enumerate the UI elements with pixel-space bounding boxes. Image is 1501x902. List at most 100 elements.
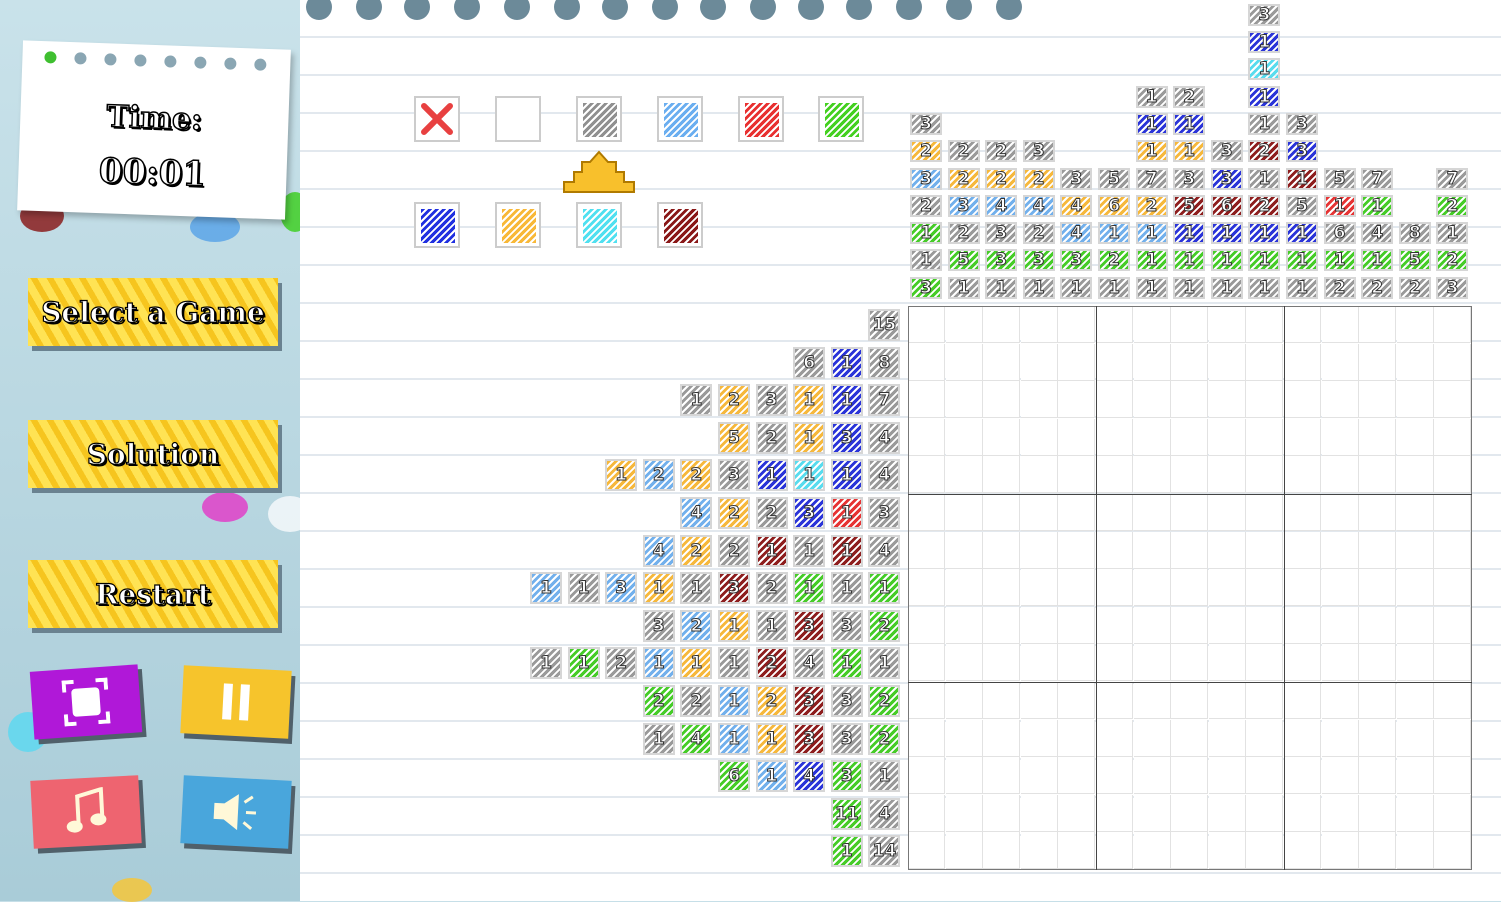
grid-cell[interactable]: [1096, 606, 1133, 644]
grid-cell[interactable]: [1284, 494, 1321, 531]
grid-cell[interactable]: [1359, 418, 1397, 456]
grid-cell[interactable]: [1396, 719, 1434, 757]
grid-cell[interactable]: [1171, 343, 1209, 381]
grid-cell[interactable]: [1284, 456, 1321, 494]
grid-cell[interactable]: [945, 418, 983, 456]
grid-cell[interactable]: [1321, 343, 1359, 381]
grid-cell[interactable]: [1133, 832, 1171, 870]
grid-cell[interactable]: [1020, 832, 1058, 870]
grid-cell[interactable]: [945, 719, 983, 757]
grid-cell[interactable]: [1359, 531, 1397, 569]
grid-cell[interactable]: [1396, 606, 1434, 644]
grid-cell[interactable]: [1058, 456, 1096, 494]
grid-cell[interactable]: [1096, 757, 1133, 795]
grid-cell[interactable]: [1246, 569, 1284, 607]
grid-cell[interactable]: [945, 682, 983, 719]
grid-cell[interactable]: [1321, 644, 1359, 682]
grid-cell[interactable]: [1133, 306, 1171, 343]
grid-cell[interactable]: [1321, 418, 1359, 456]
grid-cell[interactable]: [983, 757, 1021, 795]
grid-cell[interactable]: [945, 644, 983, 682]
grid-cell[interactable]: [1246, 644, 1284, 682]
grid-cell[interactable]: [1246, 306, 1284, 343]
grid-cell[interactable]: [1171, 719, 1209, 757]
grid-cell[interactable]: [1396, 682, 1434, 719]
grid-cell[interactable]: [945, 757, 983, 795]
grid-cell[interactable]: [1058, 494, 1096, 531]
grid-cell[interactable]: [1284, 306, 1321, 343]
grid-cell[interactable]: [1246, 343, 1284, 381]
grid-cell[interactable]: [1020, 569, 1058, 607]
grid-cell[interactable]: [1133, 418, 1171, 456]
grid-cell[interactable]: [1208, 606, 1246, 644]
grid-cell[interactable]: [945, 794, 983, 832]
grid-cell[interactable]: [1171, 682, 1209, 719]
grid-cell[interactable]: [1208, 531, 1246, 569]
grid-cell[interactable]: [1396, 306, 1434, 343]
grid-cell[interactable]: [1284, 757, 1321, 795]
grid-cell[interactable]: [1208, 682, 1246, 719]
grid-cell[interactable]: [1321, 794, 1359, 832]
grid-cell[interactable]: [1096, 719, 1133, 757]
grid-cell[interactable]: [1020, 531, 1058, 569]
grid-cell[interactable]: [1096, 569, 1133, 607]
grid-cell[interactable]: [1171, 306, 1209, 343]
grid-cell[interactable]: [1284, 832, 1321, 870]
grid-cell[interactable]: [1434, 418, 1472, 456]
grid-cell[interactable]: [1133, 719, 1171, 757]
grid-cell[interactable]: [1096, 306, 1133, 343]
grid-cell[interactable]: [1133, 682, 1171, 719]
grid-cell[interactable]: [1246, 456, 1284, 494]
grid-cell[interactable]: [983, 343, 1021, 381]
grid-cell[interactable]: [1246, 606, 1284, 644]
grid-cell[interactable]: [1058, 381, 1096, 419]
grid-cell[interactable]: [1246, 757, 1284, 795]
grid-cell[interactable]: [1246, 381, 1284, 419]
grid-cell[interactable]: [1058, 306, 1096, 343]
grid-cell[interactable]: [908, 456, 945, 494]
grid-cell[interactable]: [1058, 832, 1096, 870]
grid-cell[interactable]: [1284, 531, 1321, 569]
grid-cell[interactable]: [1284, 343, 1321, 381]
grid-cell[interactable]: [1133, 794, 1171, 832]
palette-cross[interactable]: [414, 96, 460, 142]
grid-cell[interactable]: [908, 531, 945, 569]
grid-cell[interactable]: [1171, 494, 1209, 531]
grid-cell[interactable]: [1133, 569, 1171, 607]
grid-cell[interactable]: [1020, 644, 1058, 682]
grid-cell[interactable]: [1246, 494, 1284, 531]
grid-cell[interactable]: [1020, 381, 1058, 419]
palette-orange[interactable]: [495, 202, 541, 248]
grid-cell[interactable]: [1359, 494, 1397, 531]
grid-cell[interactable]: [1434, 494, 1472, 531]
grid-cell[interactable]: [1359, 644, 1397, 682]
grid-cell[interactable]: [1058, 757, 1096, 795]
grid-cell[interactable]: [1096, 794, 1133, 832]
grid-cell[interactable]: [1208, 418, 1246, 456]
grid-cell[interactable]: [1058, 682, 1096, 719]
grid-cell[interactable]: [983, 306, 1021, 343]
grid-cell[interactable]: [1434, 682, 1472, 719]
grid-cell[interactable]: [1058, 606, 1096, 644]
grid-cell[interactable]: [983, 494, 1021, 531]
grid-cell[interactable]: [1434, 343, 1472, 381]
grid-cell[interactable]: [1096, 343, 1133, 381]
grid-cell[interactable]: [1058, 719, 1096, 757]
grid-cell[interactable]: [1396, 757, 1434, 795]
fullscreen-button[interactable]: [29, 664, 143, 740]
grid-cell[interactable]: [1396, 832, 1434, 870]
grid-cell[interactable]: [1284, 569, 1321, 607]
grid-cell[interactable]: [1171, 794, 1209, 832]
grid-cell[interactable]: [1284, 606, 1321, 644]
grid-cell[interactable]: [908, 794, 945, 832]
grid-cell[interactable]: [908, 719, 945, 757]
grid-cell[interactable]: [1396, 343, 1434, 381]
grid-cell[interactable]: [1171, 418, 1209, 456]
grid-cell[interactable]: [908, 381, 945, 419]
grid-cell[interactable]: [1171, 644, 1209, 682]
palette-darkred[interactable]: [657, 202, 703, 248]
grid-cell[interactable]: [1321, 682, 1359, 719]
grid-cell[interactable]: [1321, 494, 1359, 531]
grid-cell[interactable]: [1020, 682, 1058, 719]
grid-cell[interactable]: [1020, 757, 1058, 795]
